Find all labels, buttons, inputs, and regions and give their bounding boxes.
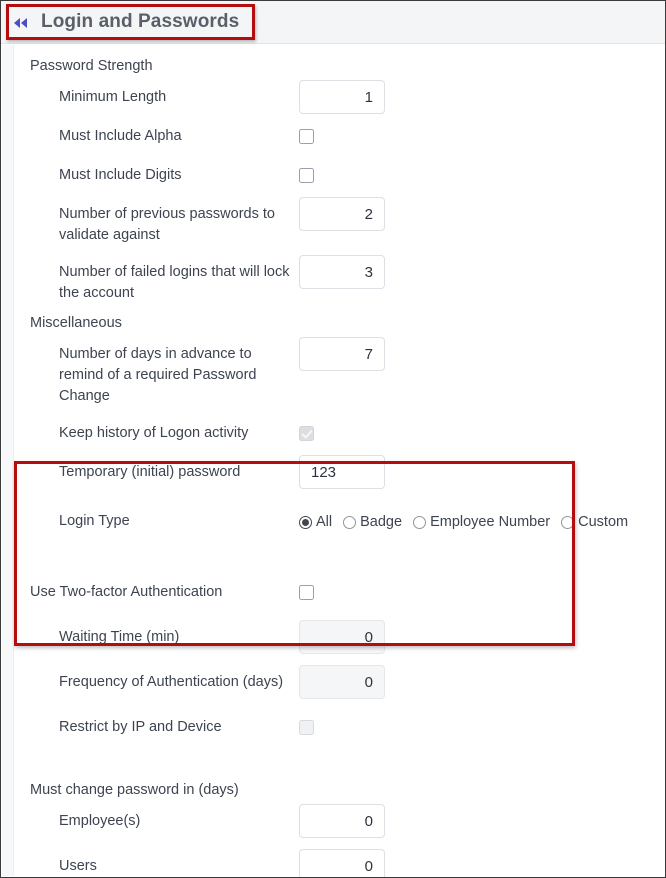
field-row-employees: Employee(s) (30, 804, 665, 840)
group-label-must-change-password: Must change password in (days) (30, 782, 239, 798)
group-label-miscellaneous: Miscellaneous (30, 315, 122, 331)
radio-option-custom[interactable]: Custom (561, 513, 628, 531)
label-previous-passwords: Number of previous passwords to validate… (59, 206, 275, 243)
checkbox-must-include-digits[interactable] (299, 168, 314, 183)
input-failed-logins[interactable] (299, 255, 385, 289)
radio-icon-badge (343, 515, 357, 529)
radio-option-badge[interactable]: Badge (343, 513, 402, 531)
input-remind-days[interactable] (299, 337, 385, 371)
label-must-include-alpha: Must Include Alpha (59, 128, 182, 144)
checkbox-must-include-alpha[interactable] (299, 129, 314, 144)
group-label-password-strength: Password Strength (30, 58, 153, 74)
input-minimum-length[interactable] (299, 80, 385, 114)
label-failed-logins: Number of failed logins that will lock t… (59, 264, 290, 301)
label-keep-logon-history: Keep history of Logon activity (59, 425, 249, 441)
radio-label-employee-number: Employee Number (430, 514, 551, 530)
label-users: Users (59, 858, 97, 874)
radio-icon-all (299, 515, 312, 529)
radio-icon-employee-number (413, 515, 427, 529)
radio-label-custom: Custom (578, 514, 629, 530)
double-chevron-left-icon[interactable] (13, 17, 29, 28)
settings-form: Password Strength Minimum Length Must In… (1, 44, 665, 877)
radio-icon-custom (561, 515, 575, 529)
input-previous-passwords[interactable] (299, 197, 385, 231)
field-row-remind-days: Number of days in advance to remind of a… (30, 337, 665, 407)
field-row-frequency-authentication: Frequency of Authentication (days) (30, 665, 665, 701)
field-row-must-include-digits: Must Include Digits (30, 158, 665, 194)
field-row-previous-passwords: Number of previous passwords to validate… (30, 197, 665, 246)
input-employees[interactable] (299, 804, 385, 838)
label-minimum-length: Minimum Length (59, 89, 167, 105)
two-factor-section: Use Two-factor Authentication Waiting Ti… (30, 575, 665, 746)
radio-group-login-type: All Badge Employee Number Custom (299, 505, 634, 531)
checkbox-restrict-ip-device (299, 720, 314, 735)
field-row-minimum-length: Minimum Length (30, 80, 665, 116)
field-row-users: Users (30, 849, 665, 877)
input-temporary-password[interactable] (299, 455, 385, 489)
field-row-waiting-time: Waiting Time (min) (30, 620, 665, 656)
page-header: Login and Passwords (1, 1, 665, 44)
field-row-must-include-alpha: Must Include Alpha (30, 119, 665, 155)
field-row-temporary-password: Temporary (initial) password (30, 455, 665, 491)
checkbox-use-two-factor[interactable] (299, 585, 314, 600)
radio-label-all: All (316, 514, 333, 530)
field-row-use-two-factor: Use Two-factor Authentication (30, 575, 665, 611)
radio-option-employee-number[interactable]: Employee Number (413, 513, 550, 531)
input-waiting-time (299, 620, 385, 654)
must-change-password-section: Must change password in (days) Employee(… (30, 780, 665, 877)
page-title: Login and Passwords (41, 11, 240, 32)
label-remind-days: Number of days in advance to remind of a… (59, 346, 257, 404)
label-temporary-password: Temporary (initial) password (59, 464, 241, 480)
checkbox-keep-logon-history (299, 426, 314, 441)
radio-option-all[interactable]: All (299, 513, 332, 531)
input-users[interactable] (299, 849, 385, 877)
label-frequency-authentication: Frequency of Authentication (days) (59, 674, 284, 690)
label-must-include-digits: Must Include Digits (59, 167, 182, 183)
label-employees: Employee(s) (59, 813, 141, 829)
input-frequency-authentication (299, 665, 385, 699)
field-row-failed-logins: Number of failed logins that will lock t… (30, 255, 665, 304)
label-login-type: Login Type (59, 513, 130, 529)
field-row-restrict-ip-device: Restrict by IP and Device (30, 710, 665, 746)
label-restrict-ip-device: Restrict by IP and Device (59, 719, 222, 735)
field-row-keep-logon-history: Keep history of Logon activity (30, 416, 665, 452)
login-and-passwords-page: Login and Passwords Password Strength Mi… (0, 0, 666, 878)
label-use-two-factor: Use Two-factor Authentication (30, 584, 223, 600)
field-row-login-type: Login Type All Badge Employee Number Cus… (30, 505, 665, 541)
label-waiting-time: Waiting Time (min) (59, 629, 180, 645)
radio-label-badge: Badge (360, 514, 403, 530)
